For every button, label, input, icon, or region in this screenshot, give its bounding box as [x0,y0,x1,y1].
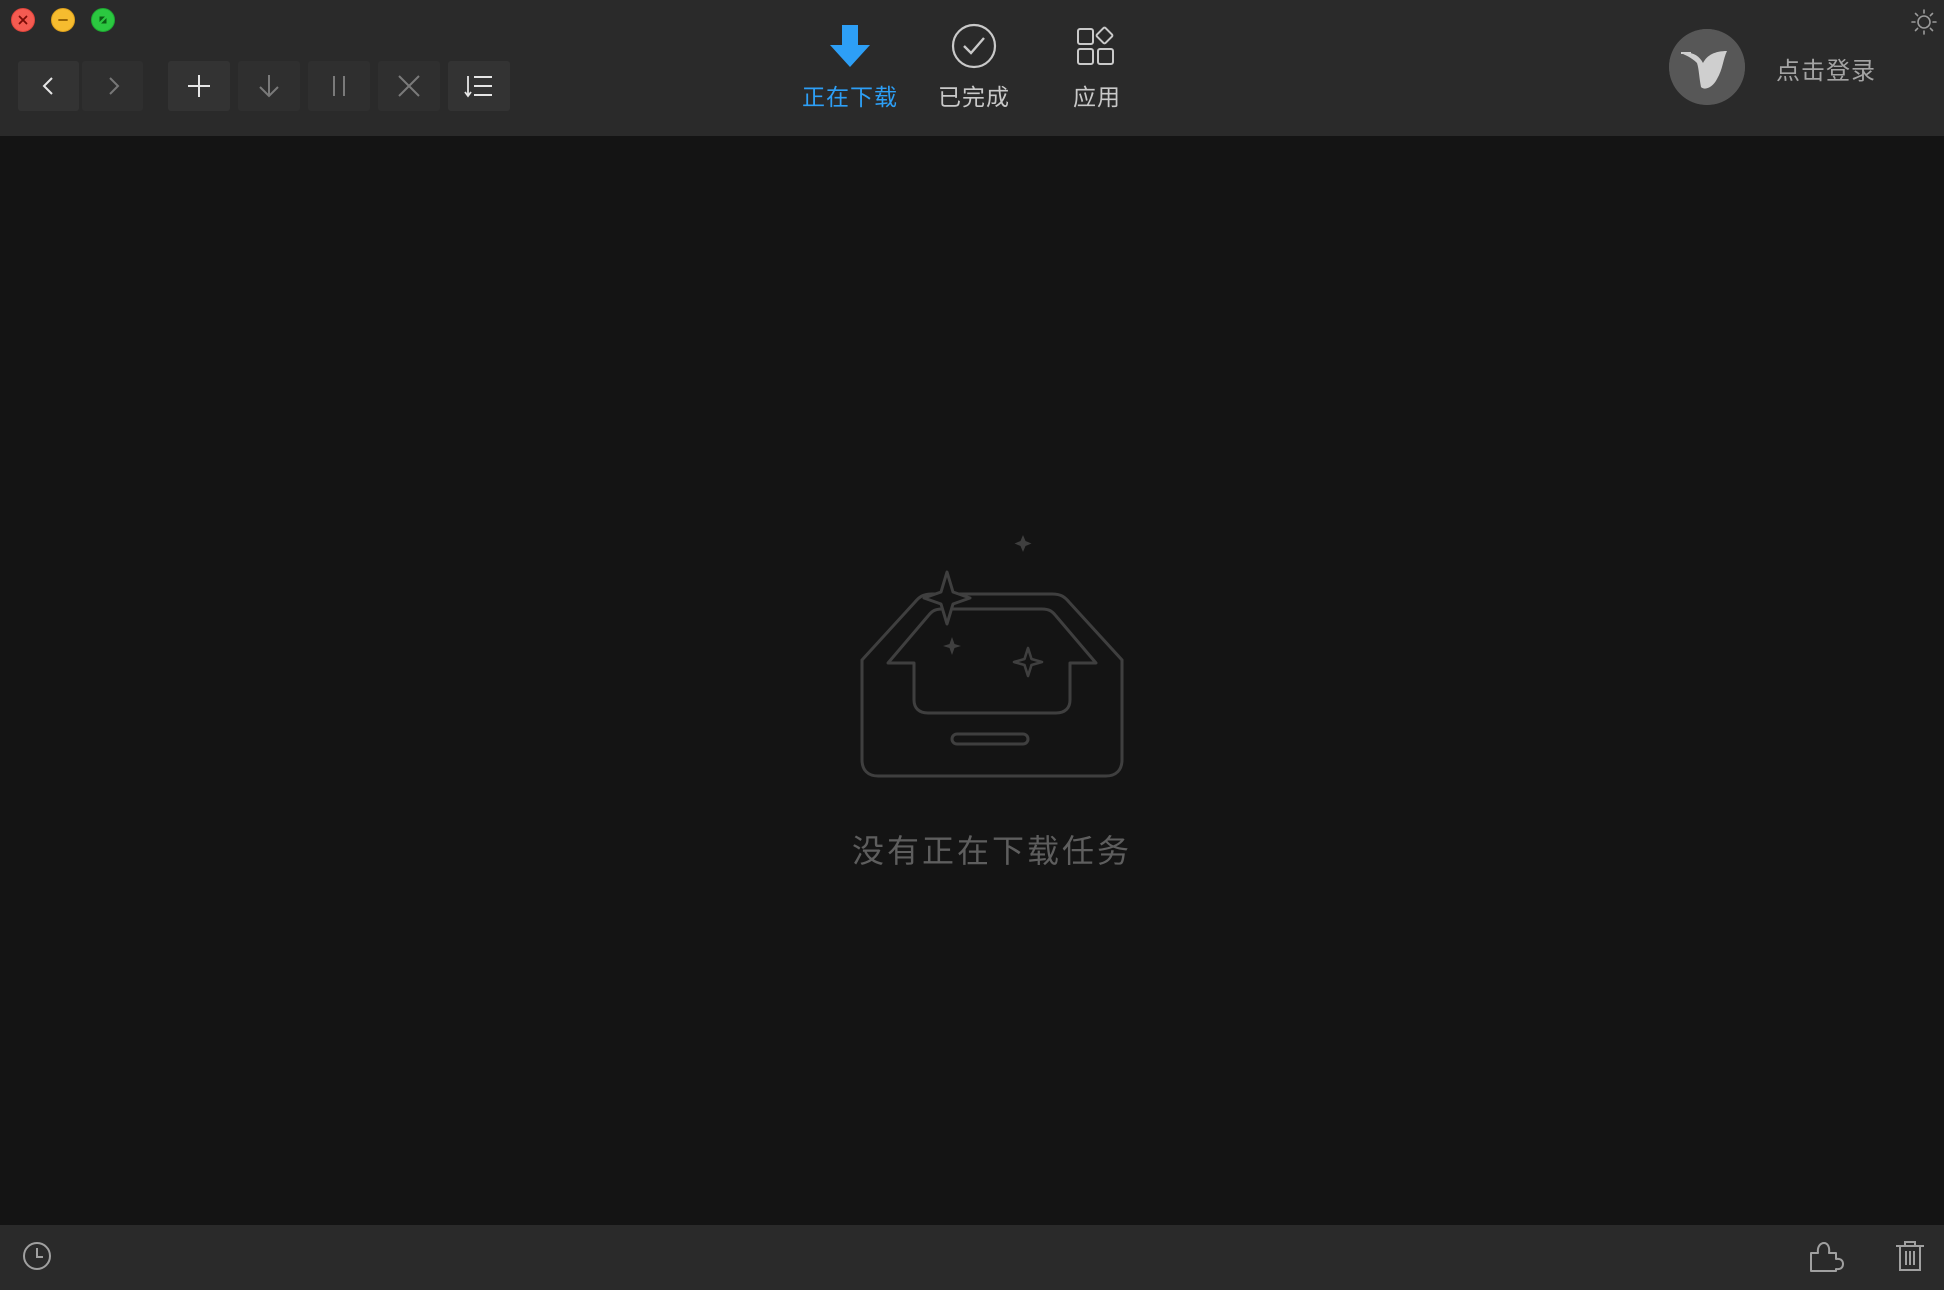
sort-button[interactable] [448,61,510,111]
plugin-puzzle-icon [1810,1242,1844,1272]
download-arrow-icon [830,25,870,67]
tab-apps[interactable]: 应用 [1042,22,1152,112]
tab-completed-label: 已完成 [938,85,1010,111]
delete-task-button[interactable] [378,61,440,111]
empty-state-illustration [840,530,1136,780]
minimize-icon [58,19,68,21]
plugins-button[interactable] [1808,1239,1844,1277]
fullscreen-icon [99,16,107,24]
trash-icon [1896,1241,1924,1271]
back-button[interactable] [18,61,79,111]
apps-grid-icon [1077,26,1114,65]
plus-icon [188,75,210,97]
tab-downloading-label: 正在下载 [802,85,898,111]
empty-state-message: 没有正在下载任务 [851,832,1132,870]
close-window-button[interactable] [11,8,35,32]
chevron-left-icon [42,77,53,95]
forward-button[interactable] [82,61,143,111]
check-circle-icon [951,23,997,69]
trash-button[interactable] [1894,1239,1926,1277]
theme-toggle-button[interactable] [1911,9,1937,35]
pause-button[interactable] [308,61,370,111]
chevron-right-icon [108,77,119,95]
fullscreen-window-button[interactable] [91,8,115,32]
empty-inbox-icon [860,535,1124,778]
sun-icon [1911,9,1937,35]
pause-icon [333,76,345,96]
app-window: 正在下载 已完成 应用 点击登录 没有正在下载任务 [0,0,1944,1290]
toolbar-header: 正在下载 已完成 应用 点击登录 [0,0,1944,136]
minimize-window-button[interactable] [51,8,75,32]
clock-icon [23,1242,51,1270]
start-download-button[interactable] [238,61,300,111]
avatar[interactable] [1669,29,1745,105]
login-link[interactable]: 点击登录 [1776,51,1876,86]
tab-downloading[interactable]: 正在下载 [795,22,905,112]
x-icon [398,75,420,97]
tab-apps-label: 应用 [1073,85,1121,111]
status-footer [0,1225,1944,1290]
history-button[interactable] [22,1241,52,1275]
sort-list-icon [464,76,492,98]
tab-completed[interactable]: 已完成 [919,22,1029,112]
new-task-button[interactable] [168,61,230,111]
arrow-down-icon [259,75,279,98]
bird-avatar-icon [1669,29,1745,105]
close-icon [18,15,28,25]
